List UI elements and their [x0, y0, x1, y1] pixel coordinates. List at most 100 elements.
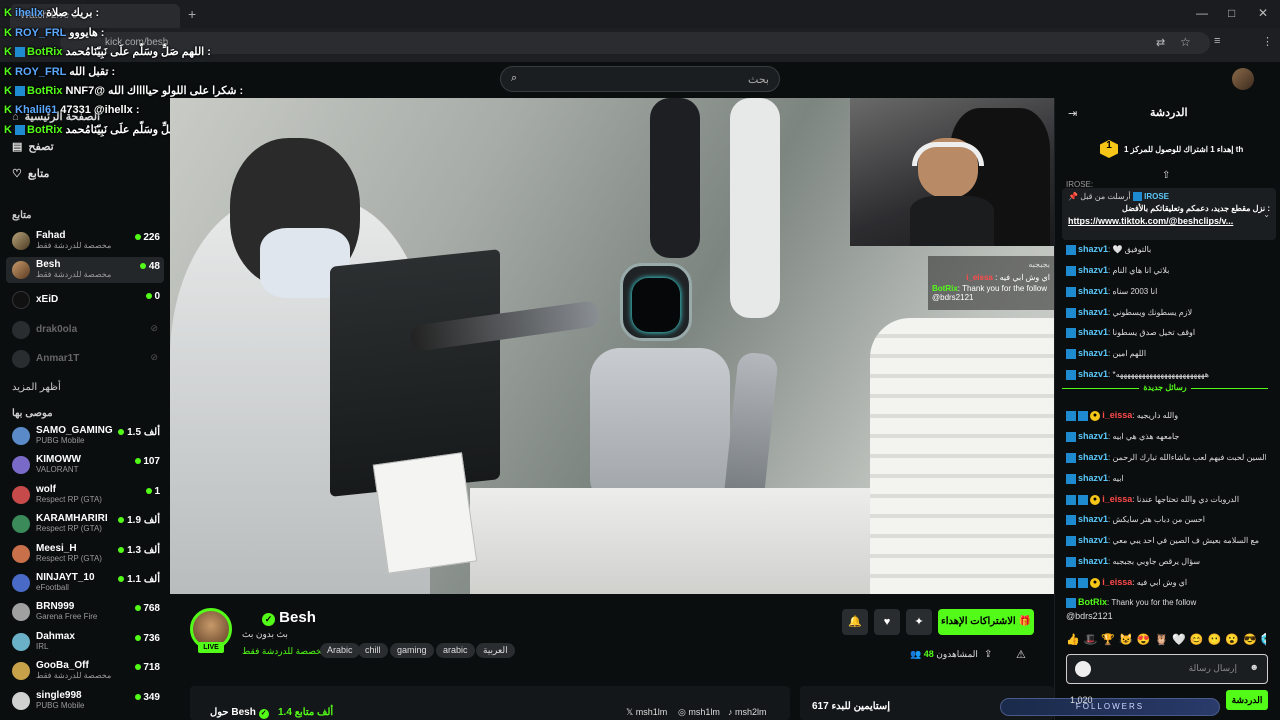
following-channel[interactable]: Fahad مخصصة للدردشة فقط 226 [6, 228, 164, 254]
live-dot [134, 693, 141, 700]
collapse-chat-icon[interactable]: ⇥ [1068, 107, 1077, 120]
following-channel[interactable]: xEiD 0 [6, 287, 164, 313]
tag-chip[interactable]: العربية [476, 643, 515, 658]
chat-message[interactable]: shazv1: لازم يسطونك ويسطوني [1066, 307, 1266, 318]
recommended-channel[interactable]: wolf Respect RP (GTA) 1 [6, 482, 164, 508]
channel-avatar [12, 427, 30, 445]
chat-message[interactable]: shazv1: سؤال يرقص جاوبي بجبجبه [1066, 556, 1266, 567]
chat-username[interactable]: i_eissa [1102, 410, 1132, 420]
recommended-channel[interactable]: KARAMHARIRI Respect RP (GTA) 1.9 ألف [6, 511, 164, 537]
channel-avatar [12, 321, 30, 339]
chat-username[interactable]: shazv1 [1078, 556, 1108, 566]
chat-username[interactable]: shazv1 [1078, 535, 1108, 545]
chat-text: والله السين لحبت فيهم لعب ماشاءالله تبار… [1112, 453, 1266, 462]
recommended-channel[interactable]: Meesi_H Respect RP (GTA) 1.3 ألف [6, 541, 164, 567]
share-icon[interactable]: ⇪ [984, 649, 992, 660]
social-tiktok[interactable]: ♪ msh2lm [728, 707, 767, 717]
chat-username[interactable]: shazv1 [1078, 514, 1108, 524]
streamer-name[interactable]: ✓ Besh [262, 609, 316, 626]
recommended-channel[interactable]: Dahmax IRL 736 [6, 629, 164, 655]
chat-username[interactable]: shazv1 [1078, 244, 1108, 254]
recommended-channel[interactable]: SAMO_GAMING PUBG Mobile 1.5 ألف [6, 423, 164, 449]
chevron-down-icon[interactable]: ⌄ [1263, 210, 1270, 219]
maximize-button[interactable]: □ [1228, 6, 1235, 20]
nav-home[interactable]: ⌂ الصفحة الرئيسية [12, 110, 100, 123]
instagram-icon: ◎ [678, 707, 686, 717]
chat-message[interactable]: ● i_eissa: اي وش ابي فيه [1066, 577, 1266, 588]
chat-username[interactable]: shazv1 [1078, 369, 1108, 379]
tag-chip[interactable]: arabic [436, 643, 475, 658]
media-icon[interactable]: ≡ [1214, 35, 1220, 47]
chat-message[interactable]: shazv1: ابيه [1066, 473, 1266, 484]
following-channel[interactable]: drak0ola ⊘ [6, 317, 164, 343]
chat-message[interactable]: shazv1: انا 2003 سناه [1066, 286, 1266, 297]
recommended-channel[interactable]: single998 PUBG Mobile 349 [6, 688, 164, 714]
chat-message[interactable]: ● i_eissa: الدروبات دي والله تحتاجها عند… [1066, 494, 1266, 505]
followers-count: 1.4 ألف متابع [278, 707, 334, 718]
user-avatar[interactable] [1232, 68, 1254, 90]
address-bar[interactable]: kick.com/besh [60, 32, 1210, 54]
chat-username[interactable]: i_eissa [1102, 494, 1132, 504]
badge-icon [1066, 286, 1076, 297]
social-instagram[interactable]: ◎ msh1lm [678, 707, 720, 718]
chat-message[interactable]: shazv1: *ههههههههههههههههههههههههه [1066, 369, 1266, 380]
clip-button[interactable]: ✦ [906, 609, 932, 635]
chat-message[interactable]: ● i_eissa: والله داريجيه [1066, 410, 1266, 421]
recommended-channel[interactable]: KIMOWW VALORANT 107 [6, 452, 164, 478]
recommended-channel[interactable]: BRN999 Garena Free Fire 768 [6, 599, 164, 625]
chat-username[interactable]: shazv1 [1078, 327, 1108, 337]
following-channel[interactable]: Besh مخصصة للدردشة فقط 48 [6, 257, 164, 283]
chat-username[interactable]: shazv1 [1078, 348, 1108, 358]
follow-button[interactable]: ♥ [874, 609, 900, 635]
live-dot [134, 458, 141, 465]
chat-message[interactable]: shazv1: 🤍 بالتوفيق [1066, 244, 1266, 255]
chat-message[interactable]: shazv1: بلاتي انا هاي النام [1066, 265, 1266, 276]
pinned-message[interactable]: 📌 أرسلت من قبل IROSE : نزل مقطع جديد، دع… [1062, 188, 1276, 240]
menu-kebab-icon[interactable]: ⋮ [1262, 35, 1273, 48]
nav-following[interactable]: ♡ متابع [12, 167, 49, 180]
tag-chip[interactable]: gaming [390, 643, 434, 658]
chat-message[interactable]: shazv1: اوقف تخيل صدق يسطونا [1066, 327, 1266, 338]
chat-message[interactable]: shazv1: اللهم امين [1066, 348, 1266, 359]
recommended-channel[interactable]: NINJAYT_10 eFootball 1.1 ألف [6, 570, 164, 596]
new-tab-button[interactable]: + [188, 6, 196, 22]
bookmark-star-icon[interactable]: ☆ [1180, 35, 1191, 49]
tag-chip[interactable]: chill [358, 643, 388, 658]
recommended-channel[interactable]: GooBa_Off مخصصة للدردشة فقط 718 [6, 658, 164, 684]
close-window-button[interactable]: ✕ [1258, 6, 1268, 20]
pinned-link[interactable]: https://www.tiktok.com/@beshclips/v... [1068, 216, 1270, 226]
chat-message[interactable]: shazv1: مع السلامه بعيش ف الصين في احد ي… [1066, 535, 1266, 546]
show-more-link[interactable]: أظهر المزيد [12, 382, 61, 393]
chat-message[interactable]: shazv1: والله السين لحبت فيهم لعب ماشاءا… [1066, 452, 1266, 463]
chat-username[interactable]: shazv1 [1078, 452, 1108, 462]
stream-category[interactable]: مخصصة للدردشة فقط [242, 646, 327, 657]
chat-username[interactable]: shazv1 [1078, 473, 1108, 483]
webcam-overlay [850, 98, 1054, 246]
social-x[interactable]: 𝕏 msh1lm [626, 707, 667, 718]
search-input[interactable]: ⌕ بحث [500, 66, 780, 92]
chat-input[interactable]: إرسال رسالة ☻ [1066, 654, 1268, 684]
minimize-button[interactable]: — [1196, 6, 1208, 20]
chat-send-button[interactable]: الدردشة [1226, 690, 1268, 710]
translate-icon[interactable]: ⇄ [1156, 36, 1165, 49]
chat-username[interactable]: BotRix [1078, 597, 1107, 607]
chat-username[interactable]: shazv1 [1078, 307, 1108, 317]
report-icon[interactable]: ⚠ [1016, 648, 1026, 661]
chat-username[interactable]: i_eissa [1102, 577, 1132, 587]
chat-message[interactable]: shazv1: جامعهه هذي هي ابيه [1066, 431, 1266, 442]
pin-collapse-icon[interactable]: ⇧ [1162, 170, 1170, 181]
tag-chip[interactable]: Arabic [320, 643, 360, 658]
chat-message[interactable]: shazv1: احسن من دباب هتر سايكش [1066, 514, 1266, 525]
notification-button[interactable]: 🔔 [842, 609, 868, 635]
chat-username[interactable]: shazv1 [1078, 286, 1108, 296]
chat-message[interactable]: BotRix: Thank you for the follow [1066, 597, 1266, 608]
nav-browse[interactable]: ▤ تصفح [12, 140, 54, 153]
following-channel[interactable]: Anmar1T ⊘ [6, 346, 164, 372]
emoji-icon[interactable]: ☻ [1250, 662, 1259, 672]
browser-tab[interactable]: Watch Live c [10, 4, 180, 28]
gift-subscriptions-button[interactable]: الاشتراكات الإهداء 🎁 [938, 609, 1034, 635]
chat-username[interactable]: shazv1 [1078, 265, 1108, 275]
chat-username[interactable]: shazv1 [1078, 431, 1108, 441]
channel-avatar [12, 485, 30, 504]
emote-bar[interactable]: 👍🎩🏆😺😍🦉🤍😊😶😮😎🥶 [1066, 633, 1266, 649]
